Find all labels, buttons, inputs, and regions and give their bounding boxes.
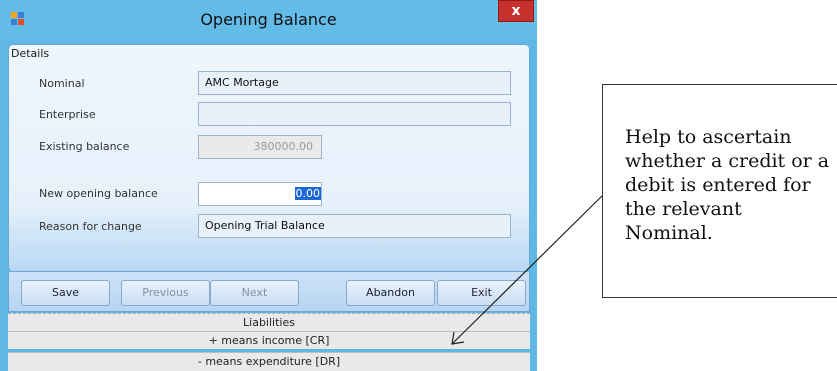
nominal-field[interactable]: AMC Mortage xyxy=(198,71,511,95)
new-opening-balance-field[interactable]: 0.00 xyxy=(198,182,322,206)
details-header: Details xyxy=(11,47,50,60)
enterprise-label: Enterprise xyxy=(39,108,96,121)
button-bar: Save Previous Next Abandon Exit xyxy=(8,272,530,312)
existing-balance-field: 380000.00 xyxy=(198,135,322,159)
abandon-button[interactable]: Abandon xyxy=(346,280,435,306)
expenditure-hint: - means expenditure [DR] xyxy=(8,352,530,371)
callout-text: Help to ascertain whether a credit or a … xyxy=(625,126,830,244)
liabilities-label: Liabilities xyxy=(8,313,530,331)
previous-button[interactable]: Previous xyxy=(121,280,210,306)
new-opening-balance-value: 0.00 xyxy=(294,187,321,200)
exit-button[interactable]: Exit xyxy=(437,280,526,306)
help-callout: Help to ascertain whether a credit or a … xyxy=(602,84,837,298)
new-opening-balance-label: New opening balance xyxy=(39,187,158,200)
save-button[interactable]: Save xyxy=(21,280,110,306)
reason-field[interactable]: Opening Trial Balance xyxy=(198,214,511,238)
details-panel: Details Nominal AMC Mortage Enterprise E… xyxy=(8,44,530,272)
title-bar: Opening Balance x xyxy=(0,0,537,40)
reason-label: Reason for change xyxy=(39,220,142,233)
close-button[interactable]: x xyxy=(498,0,534,22)
existing-balance-label: Existing balance xyxy=(39,140,130,153)
income-hint: + means income [CR] xyxy=(8,331,530,349)
opening-balance-window: Opening Balance x Details Nominal AMC Mo… xyxy=(0,0,537,371)
enterprise-field[interactable] xyxy=(198,102,511,126)
window-title: Opening Balance xyxy=(200,10,337,29)
next-button[interactable]: Next xyxy=(210,280,299,306)
nominal-label: Nominal xyxy=(39,77,85,90)
